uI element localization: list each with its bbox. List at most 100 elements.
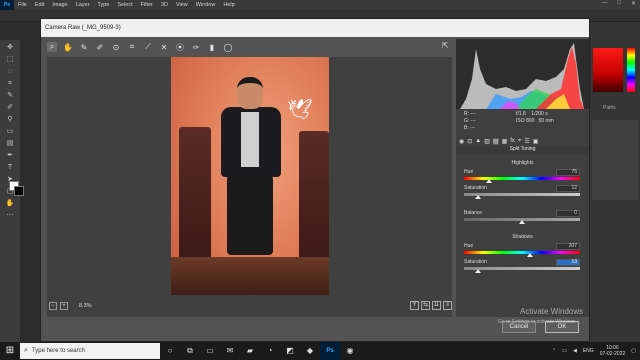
b-label: B:	[464, 125, 469, 131]
shadows-hue-slider[interactable]	[464, 251, 580, 254]
hue-strip[interactable]	[627, 48, 635, 92]
color-sampler-tool-icon[interactable]: ✐	[95, 43, 105, 52]
highlights-hue-thumb[interactable]	[486, 179, 492, 183]
split-toning-tab-icon[interactable]: ▤	[492, 137, 499, 145]
language-indicator[interactable]: ENG	[583, 348, 594, 354]
shadows-saturation-slider[interactable]	[464, 267, 580, 270]
balance-input[interactable]: 0	[556, 210, 580, 217]
folder-icon[interactable]: ▰	[240, 342, 260, 360]
highlights-hue-slider[interactable]	[464, 177, 580, 180]
type-tool-icon[interactable]: T	[3, 162, 17, 174]
target-adjust-tool-icon[interactable]: ⊙	[111, 43, 121, 52]
before-after-icon[interactable]: Y	[410, 301, 419, 310]
marquee-tool-icon[interactable]: ⬚	[3, 54, 17, 66]
copy-settings-icon[interactable]: ⇊	[432, 301, 441, 310]
hsl-tab-icon[interactable]: ▥	[484, 138, 490, 145]
menu-filter[interactable]: Filter	[137, 2, 157, 8]
crop-tool-icon[interactable]: ⌗	[3, 78, 17, 90]
radial-filter-icon[interactable]: ◯	[223, 43, 233, 52]
chair-left	[179, 127, 211, 267]
presets-tab-icon[interactable]: ☰	[524, 138, 529, 145]
network-icon[interactable]: ▭	[562, 348, 567, 354]
notifications-icon[interactable]: ▢	[631, 348, 636, 354]
graduated-filter-icon[interactable]: ▮	[207, 43, 217, 52]
more-tools-icon[interactable]: ⋯	[3, 210, 17, 222]
balance-thumb[interactable]	[519, 220, 525, 224]
menu-image[interactable]: Image	[48, 2, 71, 8]
shadows-saturation-thumb[interactable]	[475, 269, 481, 273]
basic-tab-icon[interactable]: ◉	[459, 138, 464, 145]
task-view-icon[interactable]: ⧉	[180, 342, 200, 360]
photo-canvas[interactable]: 🕊	[171, 57, 329, 295]
zoom-tool-icon[interactable]: ⌕	[47, 42, 57, 52]
close-button[interactable]: ✕	[631, 0, 636, 7]
store-icon[interactable]: ◩	[280, 342, 300, 360]
hand-tool-icon[interactable]: ✋	[3, 198, 17, 210]
minimize-button[interactable]: —	[601, 0, 607, 7]
calibration-tab-icon[interactable]: ⌖	[518, 138, 521, 145]
menu-layer[interactable]: Layer	[72, 2, 94, 8]
spot-removal-tool-icon[interactable]: ✕	[159, 43, 169, 52]
maximize-button[interactable]: □	[617, 0, 621, 7]
detail-tab-icon[interactable]: ▲	[475, 138, 481, 144]
shadows-hue-thumb[interactable]	[527, 253, 533, 257]
menu-type[interactable]: Type	[93, 2, 113, 8]
white-balance-tool-icon[interactable]: ✎	[79, 43, 89, 52]
menu-window[interactable]: Window	[192, 2, 220, 8]
lens-corrections-tab-icon[interactable]: ▦	[502, 138, 508, 145]
stamp-tool-icon[interactable]: ⚲	[3, 114, 17, 126]
zoom-in-button[interactable]: +	[60, 302, 68, 310]
zoom-level[interactable]: 8.3%	[79, 303, 92, 309]
swap-settings-icon[interactable]: ⇆	[421, 301, 430, 310]
edge-icon[interactable]: ◔	[260, 342, 280, 360]
effects-tab-icon[interactable]: fx	[510, 138, 515, 144]
chrome-icon[interactable]: ◉	[340, 342, 360, 360]
volume-icon[interactable]: ◀	[573, 348, 577, 354]
search-input[interactable]: Type here to search	[32, 348, 85, 354]
crop-tool-icon[interactable]: ⌗	[127, 42, 137, 52]
menu-edit[interactable]: Edit	[31, 2, 48, 8]
tray-chevron-icon[interactable]: ⌃	[552, 348, 556, 354]
adjustment-brush-icon[interactable]: ✑	[191, 43, 201, 52]
shadows-saturation-input[interactable]: 13	[556, 259, 580, 266]
taskbar-search[interactable]: ⌕ Type here to search	[20, 343, 160, 359]
red-eye-tool-icon[interactable]: ⦿	[175, 42, 185, 53]
shadows-hue-input[interactable]: 207	[556, 243, 580, 250]
clock[interactable]: 10:06 07-02-2022	[600, 345, 626, 357]
menu-3d[interactable]: 3D	[157, 2, 172, 8]
shutter-value: 1/200 s	[531, 111, 548, 117]
tone-curve-tab-icon[interactable]: ⊡	[467, 138, 472, 145]
toggle-default-icon[interactable]: ≡	[443, 301, 452, 310]
menu-file[interactable]: File	[14, 2, 31, 8]
straighten-tool-icon[interactable]: ⟋	[143, 42, 153, 52]
b-value: ---	[470, 125, 476, 131]
highlights-saturation-input[interactable]: 12	[556, 185, 580, 192]
move-tool-icon[interactable]: ✥	[3, 42, 17, 54]
tab-paths[interactable]: Paths	[603, 105, 616, 111]
windows-start-icon[interactable]: ⊞	[0, 342, 20, 360]
brush-tool-icon[interactable]: ✐	[3, 102, 17, 114]
snapshots-tab-icon[interactable]: ▣	[533, 138, 539, 145]
mail-icon[interactable]: ✉	[220, 342, 240, 360]
cortana-icon[interactable]: ○	[160, 342, 180, 360]
menu-select[interactable]: Select	[113, 2, 136, 8]
highlights-saturation-slider[interactable]	[464, 193, 580, 196]
pen-tool-icon[interactable]: ✒	[3, 150, 17, 162]
file-explorer-icon[interactable]: ▭	[200, 342, 220, 360]
gradient-tool-icon[interactable]: ▤	[3, 138, 17, 150]
open-preferences-icon[interactable]: ⇱	[442, 41, 449, 50]
photoshop-logo: Ps	[0, 0, 14, 10]
media-icon[interactable]: ◆	[300, 342, 320, 360]
highlights-hue-input[interactable]: 75	[556, 169, 580, 176]
zoom-out-button[interactable]: −	[49, 302, 57, 310]
lasso-tool-icon[interactable]: ◌	[3, 66, 17, 78]
hand-tool-icon[interactable]: ✋	[63, 43, 73, 52]
eyedropper-tool-icon[interactable]: ✎	[3, 90, 17, 102]
menu-help[interactable]: Help	[219, 2, 238, 8]
menu-view[interactable]: View	[172, 2, 192, 8]
highlights-saturation-thumb[interactable]	[475, 195, 481, 199]
background-color-swatch[interactable]	[14, 186, 24, 196]
photoshop-taskbar-icon[interactable]: Ps	[320, 342, 340, 360]
eraser-tool-icon[interactable]: ▭	[3, 126, 17, 138]
color-picker-field[interactable]	[593, 48, 623, 92]
